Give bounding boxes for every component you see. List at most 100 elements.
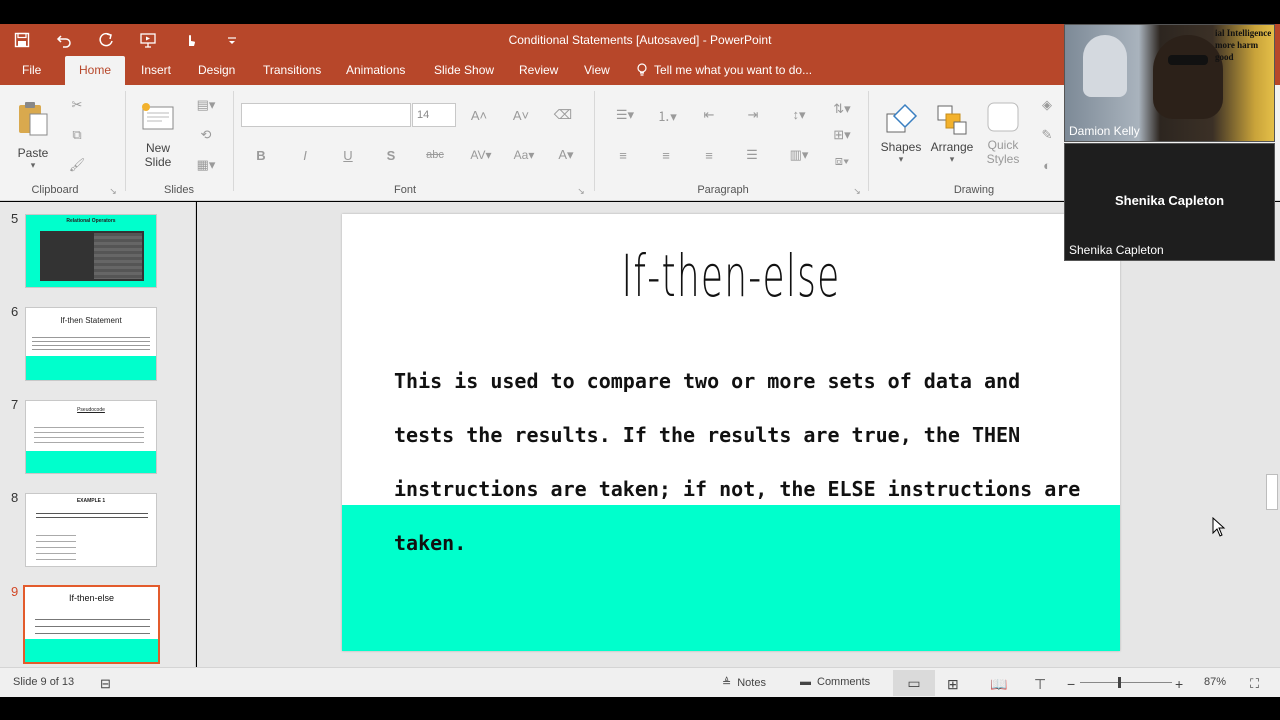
shape-effects-icon[interactable]: ◐	[1036, 155, 1058, 175]
comments-button[interactable]: ▬ Comments	[800, 676, 870, 688]
paste-button[interactable]: Paste ▾	[14, 95, 52, 175]
clear-formatting-icon[interactable]: ⌫	[552, 105, 574, 125]
font-size-input[interactable]: 14	[412, 103, 456, 127]
reading-view-icon[interactable]: 📖	[990, 676, 1007, 693]
spell-check-icon[interactable]: ⊟	[100, 676, 111, 692]
video-tile-damion[interactable]: ial Intelligence more harm good Damion K…	[1064, 24, 1275, 142]
italic-icon[interactable]: I	[294, 145, 316, 165]
section-icon[interactable]: ▦▾	[192, 155, 220, 175]
notes-label: Notes	[737, 676, 766, 689]
shadow-icon[interactable]: S	[380, 145, 402, 165]
new-slide-label-2: Slide	[144, 155, 172, 169]
comments-label: Comments	[817, 676, 871, 688]
justify-icon[interactable]: ☰	[741, 145, 763, 165]
slide-thumbnail-6[interactable]: If-then Statement	[25, 307, 157, 381]
quick-styles-button[interactable]: Quick Styles	[980, 93, 1026, 173]
shapes-button[interactable]: Shapes ▾	[880, 93, 922, 173]
new-slide-icon	[142, 103, 174, 130]
layout-icon[interactable]: ▤▾	[192, 95, 220, 115]
zoom-out-icon[interactable]: −	[1067, 676, 1075, 692]
current-slide[interactable]: If-then-else This is used to compare two…	[342, 214, 1120, 651]
quick-styles-label-2: Styles	[986, 152, 1020, 166]
numbering-icon[interactable]: ⒈▾	[652, 105, 682, 125]
slide-thumbnail-7[interactable]: Pseudocode	[25, 400, 157, 474]
font-color-icon[interactable]: A▾	[550, 145, 582, 165]
normal-view-icon[interactable]: ▭	[893, 670, 935, 696]
separator	[868, 91, 869, 191]
tab-view[interactable]: View	[574, 56, 620, 85]
character-spacing-icon[interactable]: AV▾	[465, 145, 497, 165]
tab-insert[interactable]: Insert	[131, 56, 181, 85]
decrease-indent-icon[interactable]: ⇤	[697, 105, 721, 125]
slide-body-text[interactable]: This is used to compare two or more sets…	[394, 354, 1084, 570]
slide-sorter-icon[interactable]: ⊞	[947, 676, 959, 693]
underline-icon[interactable]: U	[337, 145, 359, 165]
shrink-font-icon[interactable]: A˅	[510, 105, 532, 125]
font-launcher-icon[interactable]: ↘	[576, 185, 586, 197]
copy-icon[interactable]: ⧉	[66, 125, 88, 145]
strikethrough-icon[interactable]: abc	[420, 145, 450, 165]
font-name-input[interactable]	[241, 103, 411, 127]
change-case-icon[interactable]: Aa▾	[508, 145, 540, 165]
text-direction-icon[interactable]: ⇅▾	[828, 99, 856, 119]
align-left-icon[interactable]: ≡	[612, 145, 634, 165]
notes-button[interactable]: ≜ Notes	[722, 676, 766, 690]
increase-indent-icon[interactable]: ⇥	[741, 105, 765, 125]
reset-icon[interactable]: ⟲	[192, 125, 220, 145]
align-right-icon[interactable]: ≡	[698, 145, 720, 165]
tab-home[interactable]: Home	[65, 56, 125, 85]
zoom-slider-knob[interactable]	[1118, 677, 1121, 688]
shapes-label: Shapes	[880, 139, 922, 154]
thumb-number: 8	[11, 490, 19, 505]
tab-animations[interactable]: Animations	[336, 56, 415, 85]
tab-file[interactable]: File	[12, 56, 51, 85]
clipboard-launcher-icon[interactable]: ↘	[108, 185, 118, 197]
fit-slide-icon[interactable]: ⛶	[1250, 676, 1259, 692]
zoom-slider[interactable]	[1080, 682, 1172, 683]
paragraph-launcher-icon[interactable]: ↘	[852, 185, 862, 197]
vertical-scrollbar[interactable]	[1264, 202, 1280, 667]
thumb-title: EXAMPLE 1	[76, 498, 106, 504]
powerpoint-window: Conditional Statements [Autosaved] - Pow…	[0, 0, 1280, 720]
video-tile-shenika[interactable]: Shenika Capleton Shenika Capleton	[1064, 143, 1275, 261]
slide-thumbnail-5[interactable]: Relational Operators	[25, 214, 157, 288]
paragraph-group-label: Paragraph	[697, 184, 749, 196]
slide-show-view-icon[interactable]: ⊤	[1034, 676, 1046, 693]
grow-font-icon[interactable]: A˄	[468, 105, 490, 125]
new-slide-button[interactable]: New Slide	[137, 95, 179, 175]
zoom-in-icon[interactable]: +	[1175, 676, 1183, 692]
lightbulb-icon	[637, 63, 647, 76]
arrange-button[interactable]: Arrange ▾	[930, 93, 974, 173]
shape-outline-icon[interactable]: ✎	[1036, 125, 1058, 145]
tab-design[interactable]: Design	[188, 56, 245, 85]
separator	[233, 91, 234, 191]
zoom-level[interactable]: 87%	[1204, 676, 1226, 688]
smartart-icon[interactable]: ⧈▾	[828, 151, 856, 171]
paste-icon	[19, 101, 48, 135]
slides-group-label: Slides	[164, 184, 194, 196]
tell-me-box[interactable]: Tell me what you want to do...	[636, 63, 812, 77]
line-spacing-icon[interactable]: ↕▾	[784, 105, 814, 125]
shape-fill-icon[interactable]: ◈	[1036, 95, 1058, 115]
slide-title[interactable]: If-then-else	[490, 242, 972, 310]
tab-slide-show[interactable]: Slide Show	[424, 56, 504, 85]
bullets-icon[interactable]: ☰▾	[610, 105, 640, 125]
slide-thumbnail-9[interactable]: If-then-else	[23, 585, 160, 664]
clipboard-group-label: Clipboard	[31, 184, 79, 196]
notes-icon: ≜	[722, 677, 732, 689]
bold-icon[interactable]: B	[250, 145, 272, 165]
align-text-icon[interactable]: ⊞▾	[828, 125, 856, 145]
quick-styles-icon	[987, 102, 1019, 132]
format-painter-icon[interactable]: 🖌	[66, 155, 88, 175]
paste-label: Paste	[17, 145, 49, 160]
tab-review[interactable]: Review	[509, 56, 568, 85]
cut-icon[interactable]: ✂	[66, 95, 88, 115]
tab-transitions[interactable]: Transitions	[253, 56, 331, 85]
scrollbar-thumb[interactable]	[1266, 474, 1278, 510]
mouse-cursor-icon	[1212, 517, 1226, 537]
columns-icon[interactable]: ▥▾	[784, 145, 814, 165]
participant-name: Damion Kelly	[1069, 124, 1140, 138]
slide-thumbnail-8[interactable]: EXAMPLE 1	[25, 493, 157, 567]
status-bar: Slide 9 of 13 ⊟ ≜ Notes ▬ Comments ▭ ⊞ 📖…	[0, 667, 1280, 697]
align-center-icon[interactable]: ≡	[655, 145, 677, 165]
